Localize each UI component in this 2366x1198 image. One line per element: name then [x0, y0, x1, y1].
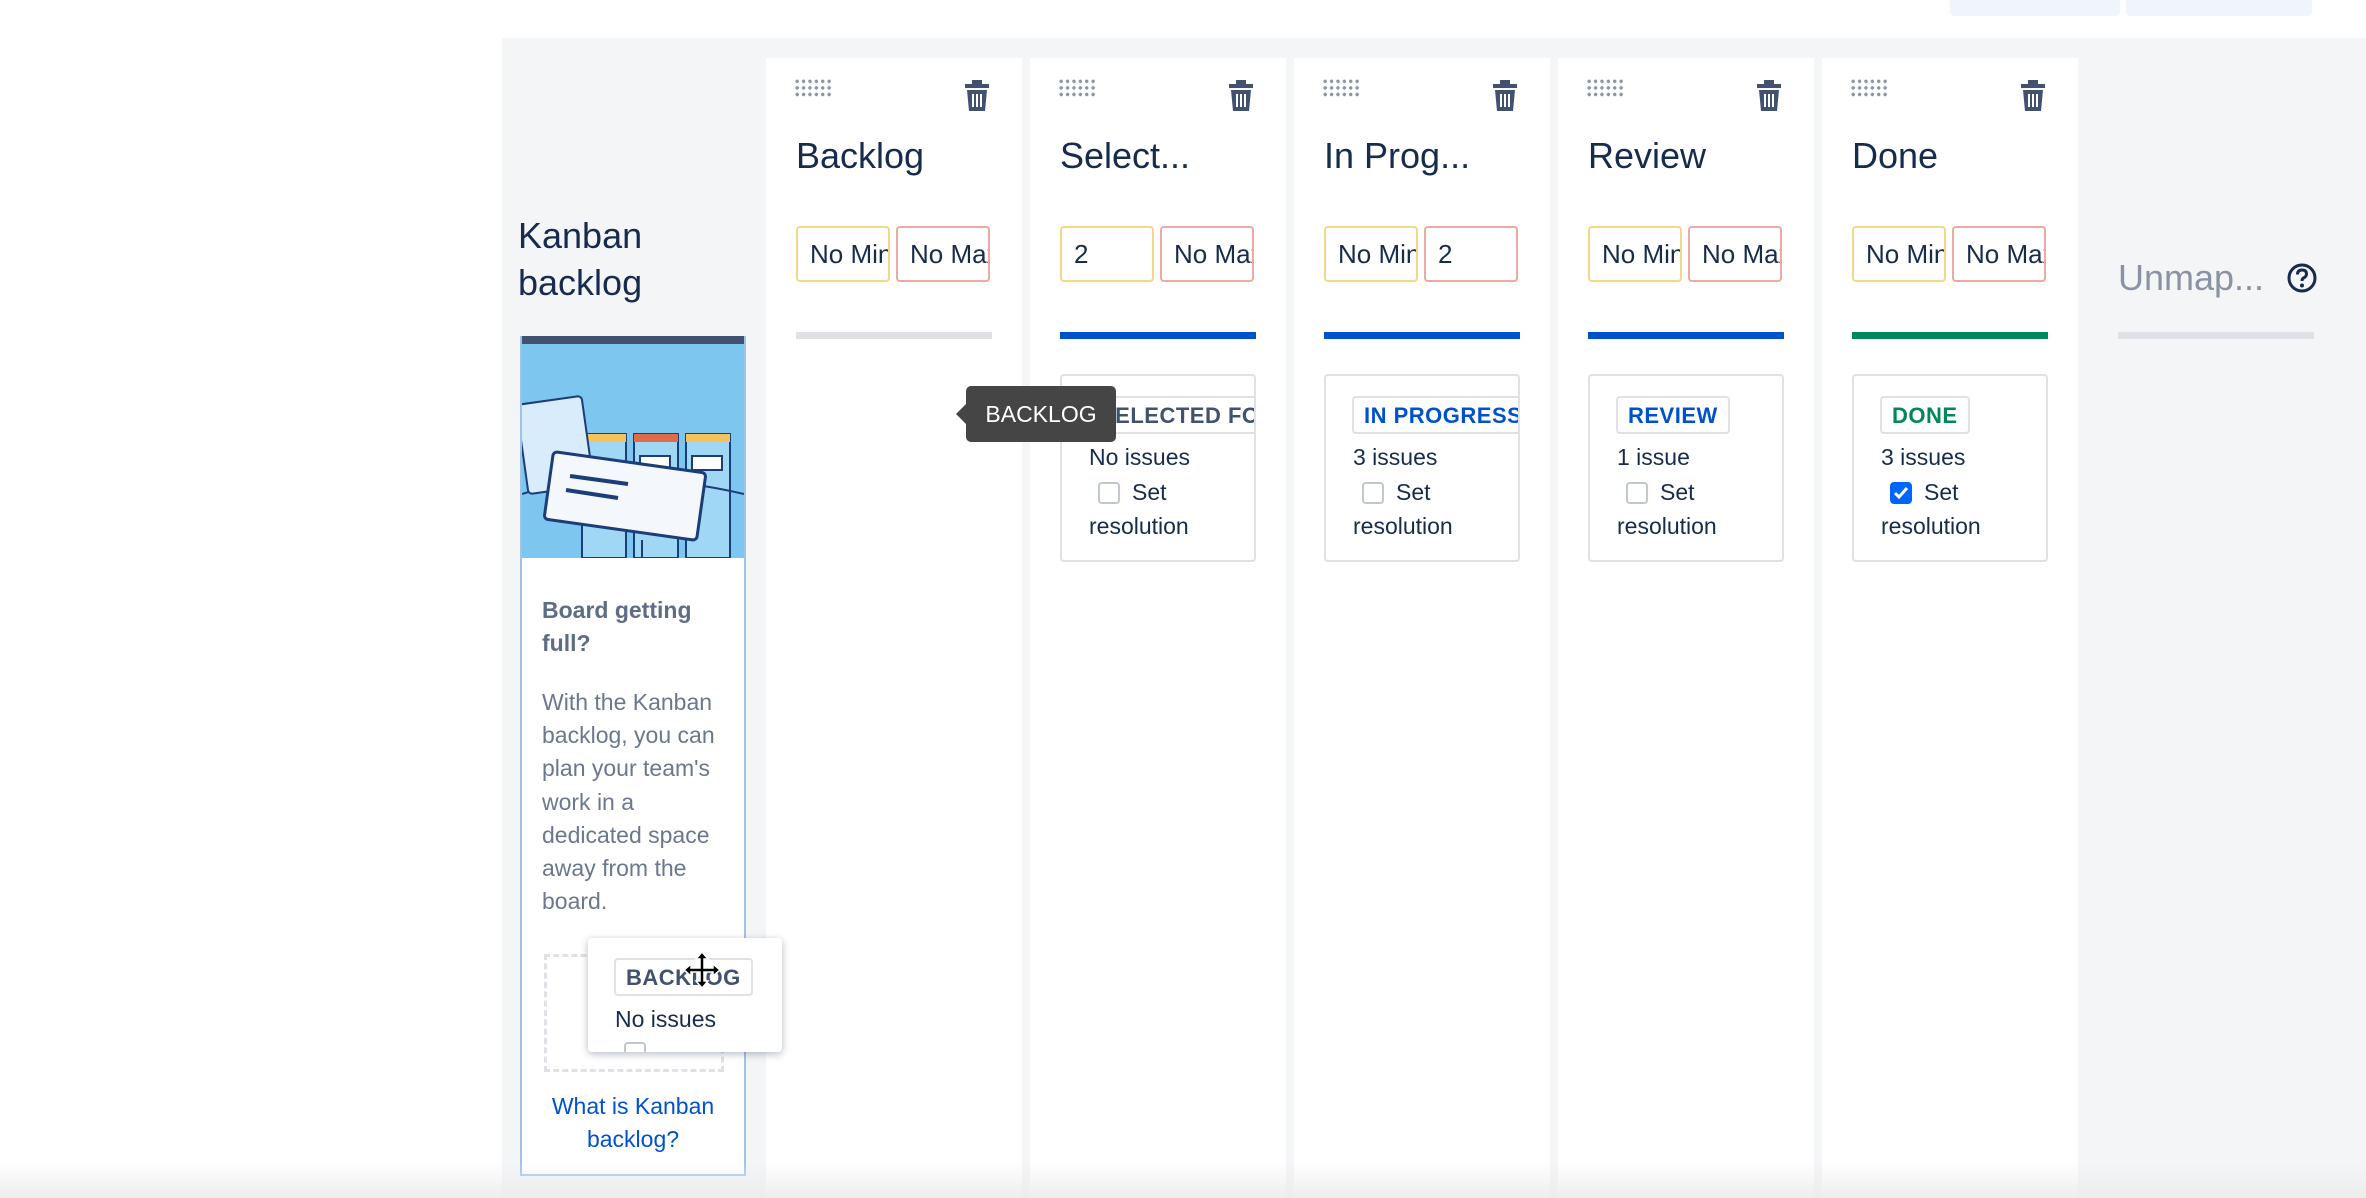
grip-icon[interactable] — [794, 78, 832, 98]
column-status-bar — [1060, 332, 1256, 339]
grip-icon[interactable] — [1322, 78, 1360, 98]
column-selected[interactable]: Select... 2 No Max SELECTED FOR DEVELOPM… — [1030, 58, 1286, 1198]
set-resolution-checkbox[interactable] — [1626, 482, 1648, 504]
unmapped-column-title: Unmap... — [2118, 257, 2265, 298]
column-status-bar — [1852, 332, 2048, 339]
min-limit-input[interactable]: No Min — [1588, 226, 1682, 282]
header-button[interactable] — [1950, 0, 2120, 16]
min-limit-input[interactable]: 2 — [1060, 226, 1154, 282]
min-limit-input[interactable]: No Min — [1324, 226, 1418, 282]
column-backlog[interactable]: Backlog No Min No Max — [766, 58, 1022, 1198]
column-name[interactable]: Review — [1588, 134, 1706, 178]
column-name[interactable]: Backlog — [796, 134, 924, 178]
grip-icon[interactable] — [1058, 78, 1096, 98]
max-limit-input[interactable]: No Max — [1952, 226, 2046, 282]
kanban-backlog-title: Kanban backlog — [518, 215, 643, 303]
column-status-bar — [796, 332, 992, 339]
set-resolution-checkbox[interactable] — [1890, 482, 1912, 504]
set-label: Set — [1924, 479, 1959, 505]
trash-icon[interactable] — [2018, 78, 2048, 112]
set-resolution-checkbox[interactable] — [624, 1042, 646, 1052]
trash-icon[interactable] — [1754, 78, 1784, 112]
issue-count: 1 issue — [1617, 444, 1690, 470]
checkmark-icon — [1893, 487, 1909, 500]
max-limit-input[interactable]: No Max — [1160, 226, 1254, 282]
status-lozenge: DONE — [1880, 396, 1970, 434]
trash-icon[interactable] — [1490, 78, 1520, 112]
header-button[interactable] — [2126, 0, 2312, 16]
set-label: Set — [1660, 479, 1695, 505]
issue-count: No issues — [1089, 444, 1190, 470]
status-card[interactable]: IN PROGRESS 3 issues Set resolution — [1324, 374, 1520, 562]
kanban-backlog-illustration — [522, 344, 744, 558]
column-name[interactable]: Done — [1852, 134, 1938, 178]
grip-icon[interactable] — [1850, 78, 1888, 98]
resolution-label: resolution — [1617, 513, 1717, 539]
bottom-fade — [0, 1162, 2366, 1198]
move-cursor-icon — [682, 950, 722, 990]
grip-icon[interactable] — [1586, 78, 1624, 98]
kanban-backlog-topbar — [522, 336, 744, 344]
resolution-label: resolution — [1089, 513, 1189, 539]
column-status-bar — [1588, 332, 1784, 339]
status-lozenge: IN PROGRESS — [1352, 396, 1518, 434]
column-name[interactable]: In Prog... — [1324, 134, 1470, 178]
min-limit-input[interactable]: No Min — [796, 226, 890, 282]
column-in-progress[interactable]: In Prog... No Min 2 IN PROGRESS 3 issues… — [1294, 58, 1550, 1198]
column-review[interactable]: Review No Min No Max REVIEW 1 issue Set … — [1558, 58, 1814, 1198]
min-limit-input[interactable]: No Min — [1852, 226, 1946, 282]
status-tooltip: BACKLOG — [956, 386, 1116, 442]
column-name[interactable]: Select... — [1060, 134, 1190, 178]
issue-count: No issues — [615, 1006, 716, 1032]
issue-count: 3 issues — [1353, 444, 1438, 470]
column-done[interactable]: Done No Min No Max DONE 3 issues Set res… — [1822, 58, 2078, 1198]
kanban-backlog-description: With the Kanban backlog, you can plan yo… — [542, 689, 715, 915]
set-label: Set — [1132, 479, 1167, 505]
set-resolution-checkbox[interactable] — [1098, 482, 1120, 504]
help-icon[interactable] — [2286, 262, 2318, 294]
max-limit-input[interactable]: No Max — [896, 226, 990, 282]
set-label: Set — [1396, 479, 1431, 505]
status-card[interactable]: REVIEW 1 issue Set resolution — [1588, 374, 1784, 562]
status-card[interactable]: DONE 3 issues Set resolution — [1852, 374, 2048, 562]
max-limit-input[interactable]: 2 — [1424, 226, 1518, 282]
status-lozenge: REVIEW — [1616, 396, 1730, 434]
issue-count: 3 issues — [1881, 444, 1966, 470]
max-limit-input[interactable]: No Max — [1688, 226, 1782, 282]
set-resolution-checkbox[interactable] — [1362, 482, 1384, 504]
kanban-backlog-link[interactable]: What is Kanban backlog? — [522, 1090, 744, 1156]
resolution-label: resolution — [1353, 513, 1453, 539]
trash-icon[interactable] — [1226, 78, 1256, 112]
trash-icon[interactable] — [962, 78, 992, 112]
kanban-backlog-heading: Board getting full? — [542, 597, 692, 656]
resolution-label: resolution — [1881, 513, 1981, 539]
unmapped-status-bar — [2118, 332, 2314, 339]
column-status-bar — [1324, 332, 1520, 339]
